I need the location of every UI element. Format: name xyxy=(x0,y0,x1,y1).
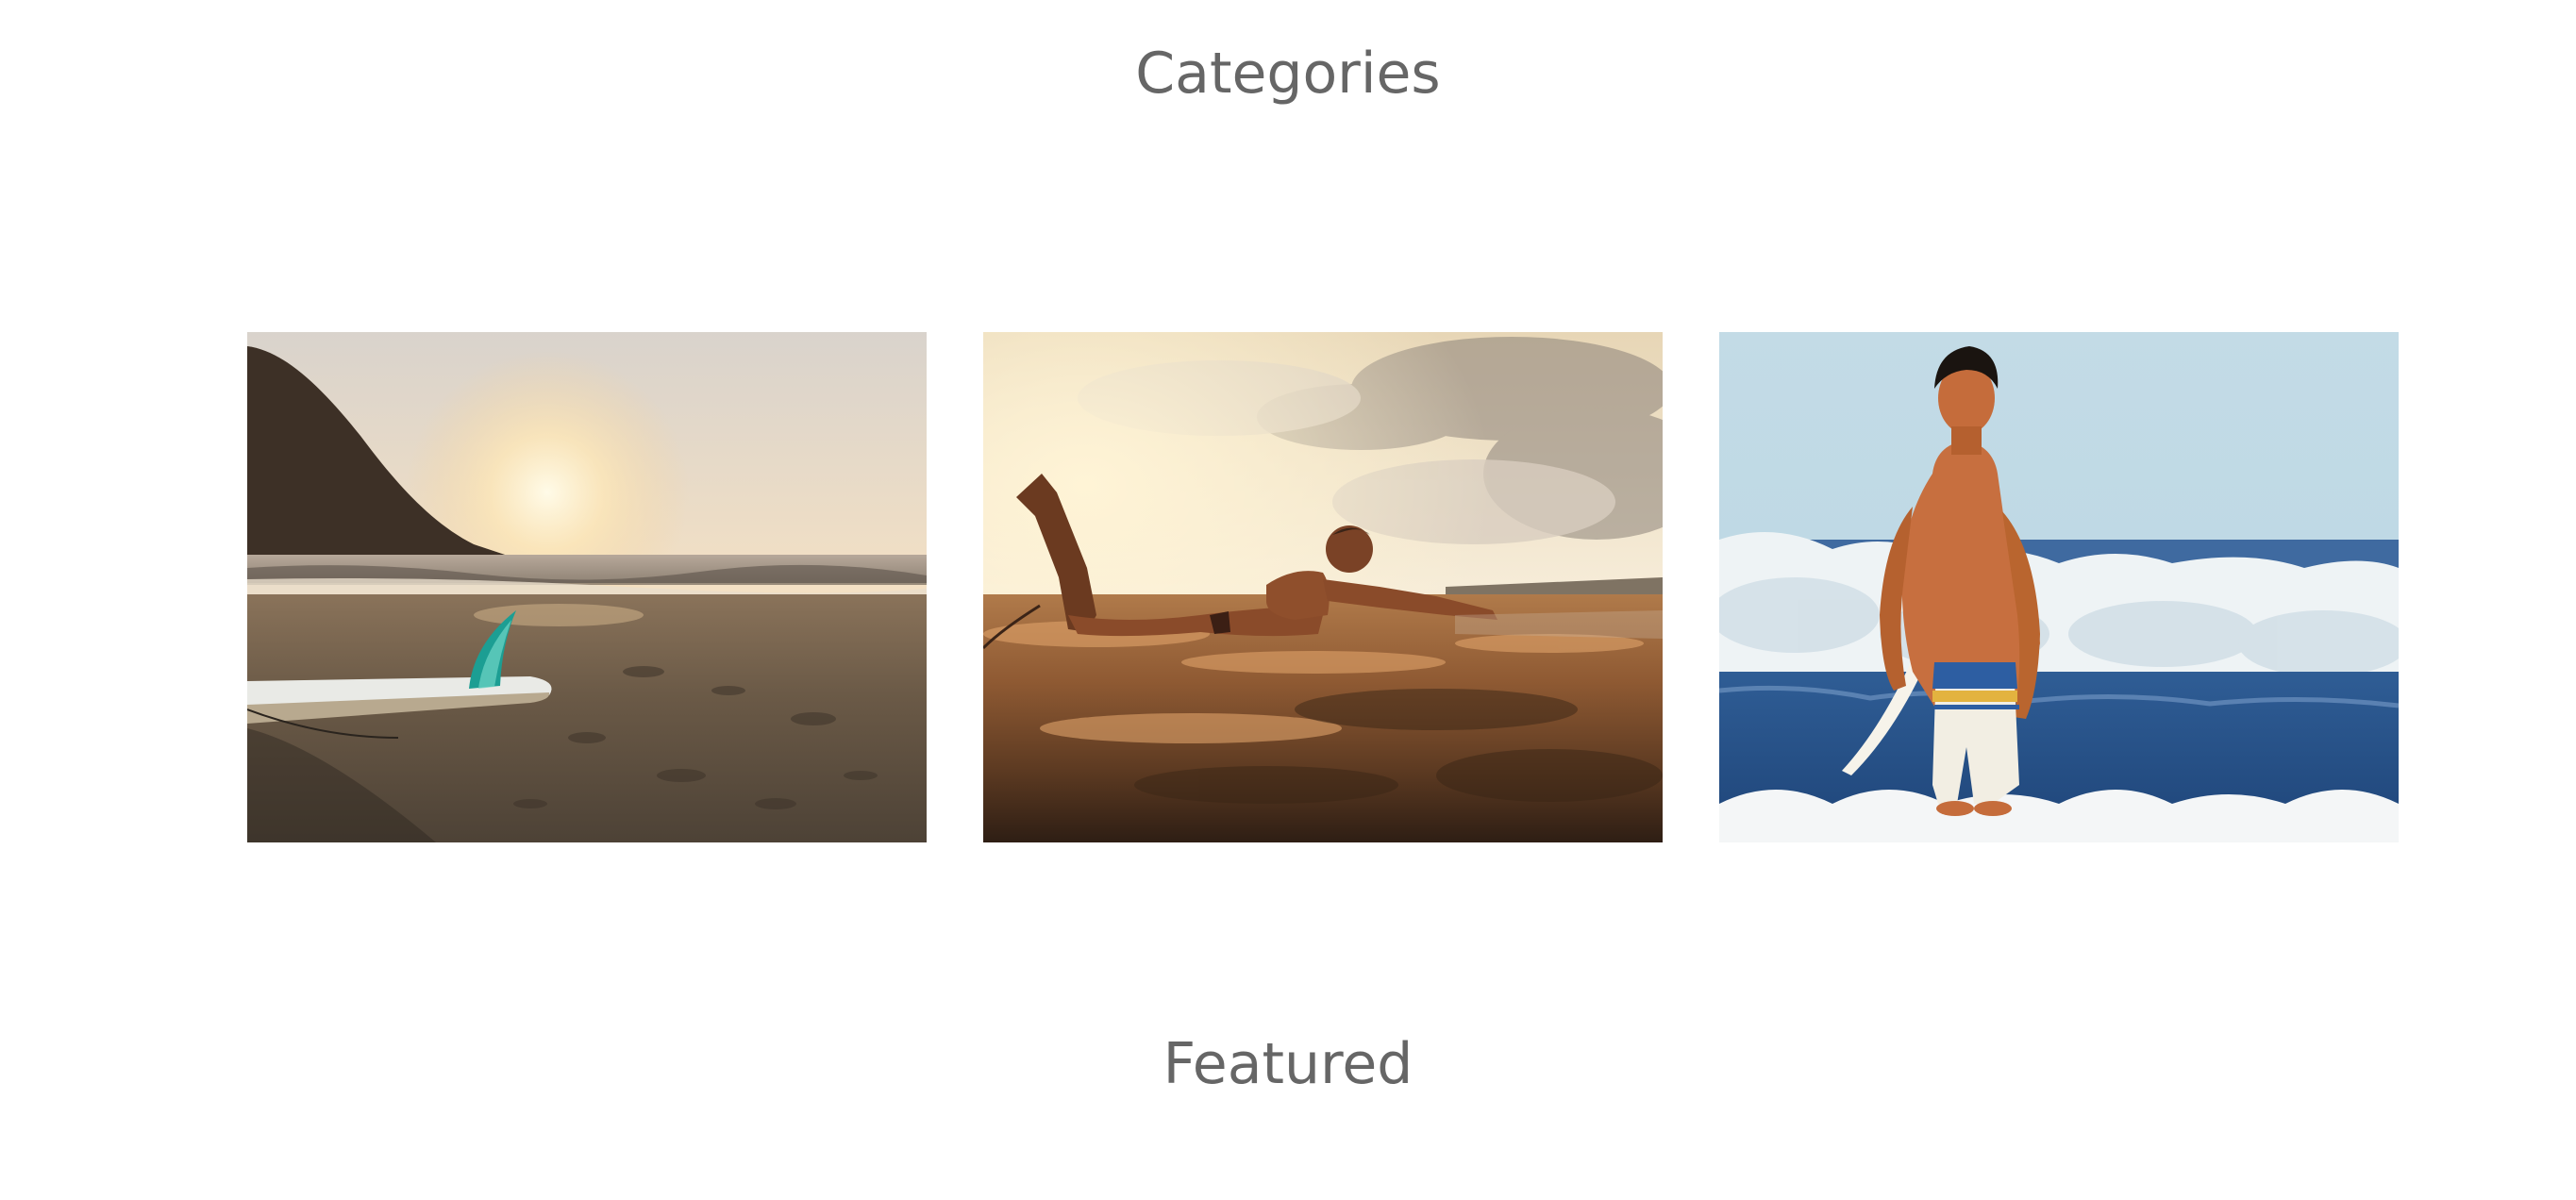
category-card-woman-surfing[interactable] xyxy=(983,332,1663,842)
page: Categories Featured xyxy=(0,0,2576,1200)
category-card-beach-surfboard[interactable] xyxy=(247,332,927,842)
category-image-beach-surfboard xyxy=(247,332,927,842)
category-image-woman-surfing xyxy=(983,332,1663,842)
category-card-man-surfboard[interactable] xyxy=(1719,332,2399,842)
featured-heading: Featured xyxy=(1163,1031,1413,1097)
categories-heading: Categories xyxy=(1135,41,1441,107)
category-image-man-surfboard xyxy=(1719,332,2399,842)
